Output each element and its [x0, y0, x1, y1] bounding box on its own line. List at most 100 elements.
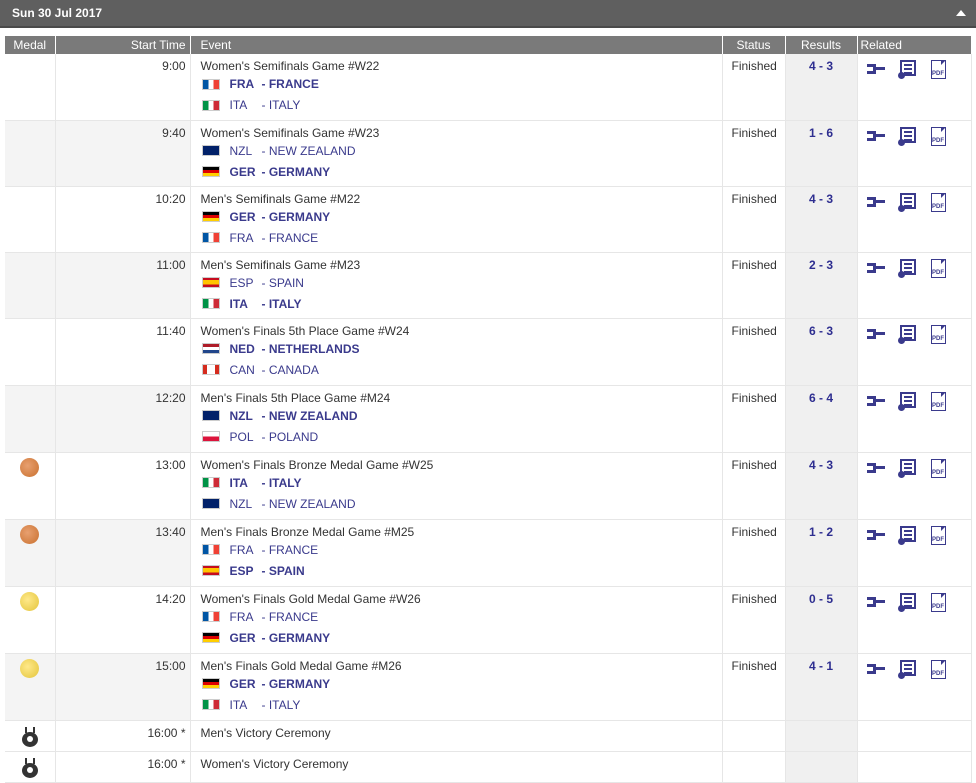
table-row[interactable]: 15:00 Men's Finals Gold Medal Game #M26 GE… [5, 653, 972, 720]
team-line[interactable]: ITA - ITALY [191, 695, 722, 715]
fra-flag-icon [201, 78, 220, 90]
team-line[interactable]: ITA - ITALY [191, 294, 722, 314]
table-row[interactable]: 11:40 Women's Finals 5th Place Game #W24 N… [5, 318, 972, 385]
team-line[interactable]: POL - POLAND [191, 427, 722, 447]
bracket-icon[interactable] [866, 526, 885, 544]
results-list-icon[interactable] [897, 258, 916, 278]
time-cell: 12:20 [55, 385, 191, 452]
team-code: NZL [229, 496, 253, 511]
ger-flag-icon [201, 678, 220, 689]
team-line[interactable]: ITA - ITALY [191, 473, 722, 493]
event-title[interactable]: Women's Finals Bronze Medal Game #W25 [191, 453, 722, 472]
results-list-icon[interactable] [897, 324, 916, 344]
table-row[interactable]: 9:40 Women's Semifinals Game #W23 NZL - NEW… [5, 120, 972, 186]
ceremony-row[interactable]: 16:00 * Men's Victory Ceremony [5, 720, 972, 751]
pdf-icon[interactable]: PDF [930, 659, 946, 679]
results-list-icon[interactable] [897, 458, 916, 478]
pdf-icon[interactable]: PDF [930, 391, 946, 411]
status-text: Finished [731, 59, 777, 73]
table-row[interactable]: 11:00 Men's Semifinals Game #M23 ESP - SPAI… [5, 252, 972, 318]
col-medal[interactable]: Medal [5, 36, 56, 54]
score-link[interactable]: 4 - 1 [786, 654, 857, 673]
results-list-icon[interactable] [897, 391, 916, 411]
pdf-icon[interactable]: PDF [930, 592, 946, 612]
bracket-icon[interactable] [866, 392, 885, 410]
results-cell: 4 - 1 [785, 653, 858, 720]
pdf-icon[interactable]: PDF [930, 525, 946, 545]
col-event[interactable]: Event [190, 36, 723, 54]
col-start-time[interactable]: Start Time [55, 36, 191, 54]
table-row[interactable]: 10:20 Men's Semifinals Game #M22 GER - GERM… [5, 186, 972, 252]
event-title[interactable]: Men's Semifinals Game #M23 [191, 253, 722, 272]
score-link[interactable]: 1 - 2 [786, 520, 857, 539]
team-line[interactable]: ESP - SPAIN [191, 561, 722, 581]
event-title[interactable]: Women's Semifinals Game #W23 [191, 121, 722, 140]
bracket-icon[interactable] [866, 193, 885, 211]
team-line[interactable]: ESP - SPAIN [191, 273, 722, 293]
team-name: - FRANCE [261, 230, 319, 245]
results-list-icon[interactable] [897, 60, 916, 79]
results-list-icon[interactable] [897, 192, 916, 212]
team-line[interactable]: GER - GERMANY [191, 207, 722, 227]
team-line[interactable]: NZL - NEW ZEALAND [191, 141, 722, 161]
score-link[interactable]: 1 - 6 [786, 121, 857, 140]
score-link[interactable]: 2 - 3 [786, 253, 857, 272]
medal-cell [5, 54, 56, 120]
team-line[interactable]: NED - NETHERLANDS [191, 339, 722, 359]
team-line[interactable]: GER - GERMANY [191, 162, 722, 182]
results-cell: 4 - 3 [785, 186, 858, 252]
team-code: NED [229, 341, 255, 356]
pdf-icon[interactable]: PDF [930, 458, 946, 478]
table-row[interactable]: 12:20 Men's Finals 5th Place Game #M24 NZL… [5, 385, 972, 452]
results-list-icon[interactable] [897, 659, 916, 679]
event-title[interactable]: Men's Finals Gold Medal Game #M26 [191, 654, 722, 673]
pdf-icon[interactable]: PDF [930, 324, 946, 344]
team-line[interactable]: FRA - FRANCE [191, 540, 722, 560]
table-row[interactable]: 13:40 Men's Finals Bronze Medal Game #M25… [5, 519, 972, 586]
table-row[interactable]: 9:00 Women's Semifinals Game #W22 FRA - FRA… [5, 54, 972, 120]
bracket-icon[interactable] [866, 127, 885, 145]
results-list-icon[interactable] [897, 525, 916, 545]
results-list-icon[interactable] [897, 126, 916, 146]
bracket-icon[interactable] [866, 60, 885, 78]
team-line[interactable]: FRA - FRANCE [191, 607, 722, 627]
col-status[interactable]: Status [722, 36, 786, 54]
team-line[interactable]: CAN - CANADA [191, 360, 722, 380]
pdf-icon[interactable]: PDF [930, 60, 946, 79]
event-title[interactable]: Men's Semifinals Game #M22 [191, 187, 722, 206]
table-row[interactable]: 13:00 Women's Finals Bronze Medal Game #W… [5, 452, 972, 519]
team-line[interactable]: NZL - NEW ZEALAND [191, 494, 722, 514]
table-row[interactable]: 14:20 Women's Finals Gold Medal Game #W26… [5, 586, 972, 653]
pdf-icon[interactable]: PDF [930, 258, 946, 278]
event-title[interactable]: Men's Finals 5th Place Game #M24 [191, 386, 722, 405]
team-line[interactable]: FRA - FRANCE [191, 74, 722, 94]
bracket-icon[interactable] [866, 459, 885, 477]
score-link[interactable]: 4 - 3 [786, 54, 857, 73]
event-title[interactable]: Women's Finals Gold Medal Game #W26 [191, 587, 722, 606]
day-header[interactable]: Sun 30 Jul 2017 [0, 0, 976, 28]
score-link[interactable]: 6 - 4 [786, 386, 857, 405]
score-link[interactable]: 4 - 3 [786, 453, 857, 472]
collapse-up-icon[interactable] [956, 10, 966, 16]
team-line[interactable]: NZL - NEW ZEALAND [191, 406, 722, 426]
team-line[interactable]: GER - GERMANY [191, 628, 722, 648]
team-line[interactable]: GER - GERMANY [191, 674, 722, 694]
bracket-icon[interactable] [866, 259, 885, 277]
bracket-icon[interactable] [866, 593, 885, 611]
event-title[interactable]: Men's Finals Bronze Medal Game #M25 [191, 520, 722, 539]
bracket-icon[interactable] [866, 660, 885, 678]
pdf-icon[interactable]: PDF [930, 192, 946, 212]
pdf-icon[interactable]: PDF [930, 126, 946, 146]
col-results[interactable]: Results [785, 36, 858, 54]
score-link[interactable]: 6 - 3 [786, 319, 857, 338]
bracket-icon[interactable] [866, 325, 885, 343]
event-title[interactable]: Women's Semifinals Game #W22 [191, 54, 722, 73]
ceremony-row[interactable]: 16:00 * Women's Victory Ceremony [5, 751, 972, 782]
team-line[interactable]: FRA - FRANCE [191, 228, 722, 248]
score-link[interactable]: 0 - 5 [786, 587, 857, 606]
event-title[interactable]: Women's Finals 5th Place Game #W24 [191, 319, 722, 338]
score-link[interactable]: 4 - 3 [786, 187, 857, 206]
team-line[interactable]: ITA - ITALY [191, 95, 722, 115]
results-list-icon[interactable] [897, 592, 916, 612]
team-code: CAN [229, 362, 255, 377]
